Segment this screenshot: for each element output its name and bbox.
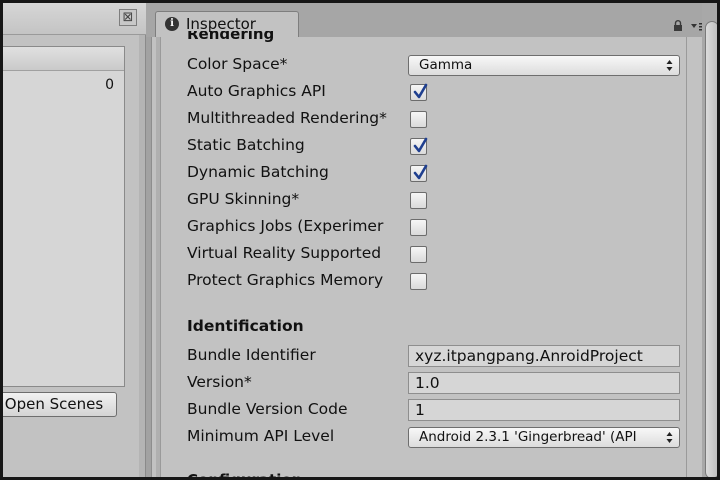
auto-graphics-api-checkbox[interactable] (410, 83, 428, 101)
multithreaded-rendering-label: Multithreaded Rendering* (187, 109, 387, 127)
graphics-jobs-label: Graphics Jobs (Experimer (187, 217, 384, 235)
color-space-label: Color Space* (187, 55, 288, 73)
dynamic-batching-checkbox[interactable] (410, 164, 428, 182)
multithreaded-rendering-checkbox[interactable] (410, 111, 427, 128)
dynamic-batching-label: Dynamic Batching (187, 163, 329, 181)
bundle-identifier-label: Bundle Identifier (187, 346, 316, 364)
build-settings-panel: ⊠ 0 Open Scenes (3, 3, 146, 477)
checkmark-icon (413, 83, 428, 99)
virtual-reality-supported-checkbox[interactable] (410, 246, 427, 263)
scene-index: 0 (105, 77, 114, 93)
color-space-value: Gamma (419, 57, 473, 73)
scenes-in-build-list[interactable]: 0 (3, 46, 125, 387)
static-batching-label: Static Batching (187, 136, 305, 154)
version-field[interactable]: 1.0 (408, 372, 680, 394)
checkmark-icon (413, 137, 428, 153)
scenes-list-header (3, 47, 124, 71)
gpu-skinning-label: GPU Skinning* (187, 190, 300, 208)
bundle-version-code-field[interactable]: 1 (408, 399, 680, 421)
gpu-skinning-checkbox[interactable] (410, 192, 427, 209)
bundle-version-code-label: Bundle Version Code (187, 400, 348, 418)
section-header-identification: Identification (187, 317, 304, 335)
graphics-jobs-checkbox[interactable] (410, 219, 427, 236)
add-open-scenes-button[interactable]: Open Scenes (3, 392, 117, 417)
virtual-reality-supported-label: Virtual Reality Supported (187, 244, 382, 262)
checkmark-icon (413, 164, 428, 180)
inspector-left-edge (156, 37, 161, 477)
inspector-scroll-thumb[interactable] (705, 21, 717, 477)
window-frame: ⊠ 0 Open Scenes i Inspector Rendering Co… (0, 0, 720, 480)
tab-inspector-label: Inspector (186, 15, 256, 33)
minimum-api-level-label: Minimum API Level (187, 427, 335, 445)
close-icon[interactable]: ⊠ (119, 9, 137, 26)
lock-icon[interactable] (673, 20, 683, 31)
section-header-configuration: Configuration (187, 471, 303, 480)
protect-graphics-memory-checkbox[interactable] (410, 273, 427, 290)
color-space-dropdown[interactable]: Gamma (408, 55, 680, 76)
auto-graphics-api-label: Auto Graphics API (187, 82, 326, 100)
bundle-identifier-field[interactable]: xyz.itpangpang.AnroidProject (408, 345, 680, 367)
version-label: Version* (187, 373, 252, 391)
inspector-right-edge (686, 37, 702, 477)
inspector-scrollbar[interactable] (702, 3, 717, 477)
left-panel-scrollbar[interactable] (139, 35, 145, 477)
static-batching-checkbox[interactable] (410, 137, 428, 155)
minimum-api-level-value: Android 2.3.1 'Gingerbread' (API (419, 429, 637, 445)
minimum-api-level-dropdown[interactable]: Android 2.3.1 'Gingerbread' (API (408, 427, 680, 448)
build-settings-titlebar: ⊠ (3, 3, 146, 35)
updown-arrow-icon (666, 428, 673, 447)
protect-graphics-memory-label: Protect Graphics Memory (187, 271, 384, 289)
info-icon: i (165, 17, 179, 31)
updown-arrow-icon (666, 56, 673, 75)
